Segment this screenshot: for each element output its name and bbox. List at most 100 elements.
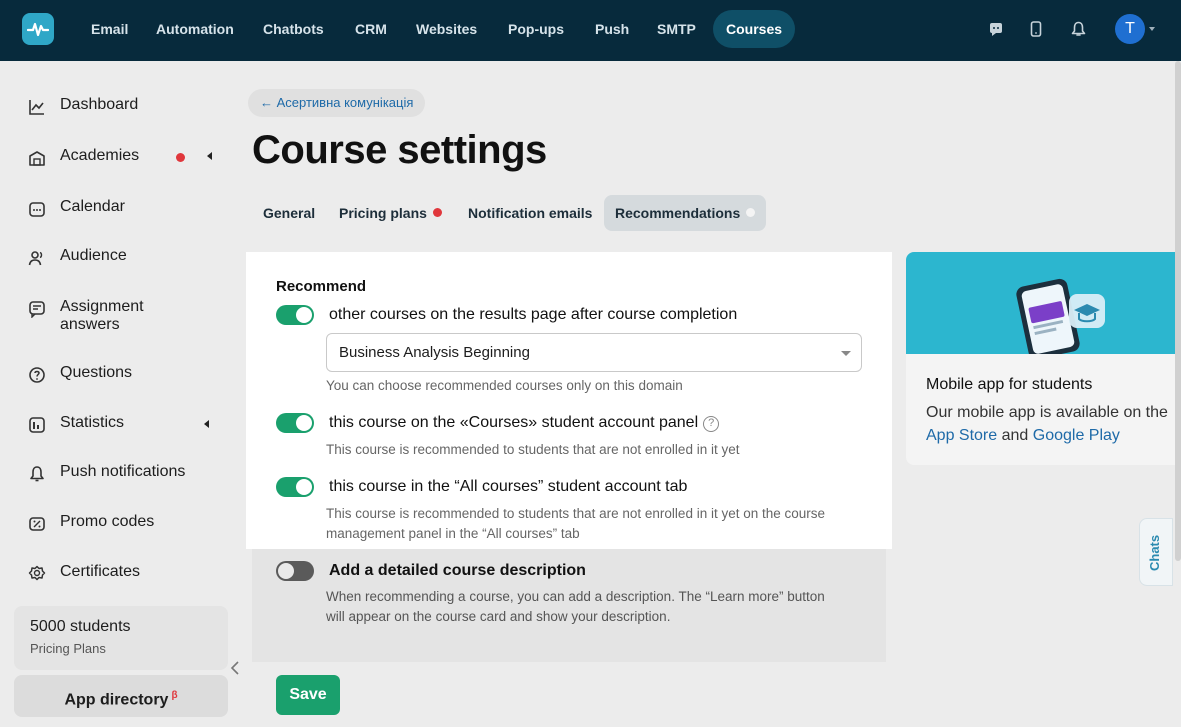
select-hint: You can choose recommended courses only … <box>326 378 683 393</box>
bell-icon[interactable] <box>1068 19 1088 39</box>
plan-subtitle: Pricing Plans <box>30 641 106 656</box>
nav-chatbots[interactable]: Chatbots <box>250 10 337 48</box>
option-label: other courses on the results page after … <box>329 306 738 323</box>
chat-icon[interactable] <box>986 19 1006 39</box>
chats-label: Chats <box>1147 534 1162 571</box>
chart-icon <box>29 100 44 115</box>
promo-text: Our mobile app is available on the App S… <box>926 401 1181 447</box>
tab-label: Notification emails <box>468 205 593 221</box>
sidebar-item-label: Questions <box>60 364 133 381</box>
phone-illustration-icon <box>1016 278 1105 360</box>
sidebar: Dashboard Academies Calendar Audience As… <box>0 61 248 727</box>
avatar[interactable]: T <box>1115 14 1145 44</box>
nav-email[interactable]: Email <box>78 10 141 48</box>
app-directory-label: App directory <box>64 691 169 709</box>
chevron-down-icon <box>841 351 851 356</box>
status-dot <box>746 208 756 217</box>
sidebar-item-label: Audience <box>60 247 127 264</box>
nav-smtp[interactable]: SMTP <box>644 10 709 48</box>
chevron-left-icon[interactable] <box>204 420 209 428</box>
chevron-left-icon[interactable] <box>207 152 212 160</box>
nav-courses[interactable]: Courses <box>713 10 796 48</box>
chevron-down-icon[interactable] <box>1149 27 1155 31</box>
recommend-heading: Recommend <box>276 278 367 295</box>
toggle-knob <box>296 415 312 431</box>
google-play-link[interactable]: Google Play <box>1033 427 1120 444</box>
sidebar-item-label: Calendar <box>60 198 125 215</box>
scrollbar[interactable] <box>1175 61 1181 561</box>
select-value: Business Analysis Beginning <box>339 344 530 361</box>
chats-tab[interactable]: Chats <box>1139 518 1173 586</box>
mobile-icon[interactable] <box>1026 19 1046 39</box>
toggle-knob <box>296 479 312 495</box>
option-label: this course on the «Courses» student acc… <box>329 414 699 431</box>
top-navigation-bar: Email Automation Chatbots CRM Websites P… <box>0 0 1181 61</box>
tab-recommendations[interactable]: Recommendations <box>604 195 767 231</box>
tab-pricing-plans[interactable]: Pricing plans <box>328 195 453 231</box>
help-icon[interactable]: ? <box>703 416 720 432</box>
sidebar-item-certificates[interactable]: Certificates <box>28 563 228 583</box>
nav-push[interactable]: Push <box>582 10 642 48</box>
collapse-sidebar-icon[interactable] <box>230 661 240 675</box>
app-directory-button[interactable]: App directory β <box>14 675 228 717</box>
logo-icon[interactable] <box>22 13 54 45</box>
sidebar-item-statistics[interactable]: Statistics <box>28 414 228 434</box>
sidebar-item-label: Promo codes <box>60 513 155 530</box>
statistics-icon <box>29 417 45 433</box>
sidebar-item-label: Statistics <box>60 414 125 431</box>
course-select[interactable]: Business Analysis Beginning <box>326 333 862 372</box>
mobile-app-promo-card: Mobile app for students Our mobile app i… <box>906 252 1181 465</box>
users-icon <box>28 251 43 266</box>
bell-icon <box>30 466 44 482</box>
app-store-link[interactable]: App Store <box>926 427 997 444</box>
promo-body: Our mobile app is available on the <box>926 404 1168 421</box>
toggle-detailed-description[interactable] <box>276 561 314 581</box>
option-hint: This course is recommended to students t… <box>326 442 740 457</box>
option-label-row: this course on the «Courses» student acc… <box>329 414 720 432</box>
sidebar-item-label: Push notifications <box>60 463 186 480</box>
tab-label: General <box>263 205 316 221</box>
promo-title: Mobile app for students <box>926 376 1093 393</box>
tab-label: Pricing plans <box>339 205 427 221</box>
sidebar-item-push-notifications[interactable]: Push notifications <box>28 463 228 483</box>
tab-notification-emails[interactable]: Notification emails <box>457 195 603 231</box>
sidebar-item-academies[interactable]: Academies <box>28 147 228 167</box>
question-icon <box>29 367 45 383</box>
sidebar-item-dashboard[interactable]: Dashboard <box>28 96 228 116</box>
sidebar-item-assignment-answers[interactable]: Assignment answers <box>28 298 228 334</box>
toggle-recommend-all-courses-tab[interactable] <box>276 477 314 497</box>
assignment-icon <box>29 301 45 318</box>
option-label: Add a detailed course description <box>329 562 586 579</box>
sidebar-item-calendar[interactable]: Calendar <box>28 198 228 218</box>
nav-crm[interactable]: CRM <box>342 10 400 48</box>
academy-icon <box>29 151 45 166</box>
tab-label: Recommendations <box>615 205 741 221</box>
toggle-recommend-courses-panel[interactable] <box>276 413 314 433</box>
back-link[interactable]: ← Асертивна комунікація <box>248 89 426 117</box>
option-label: this course in the “All courses” student… <box>329 478 688 495</box>
toggle-knob <box>296 307 312 323</box>
sidebar-item-label: Dashboard <box>60 96 139 113</box>
alert-dot <box>432 208 442 217</box>
nav-websites[interactable]: Websites <box>403 10 490 48</box>
page-title: Course settings <box>252 128 547 172</box>
promo-banner-image <box>906 252 1181 360</box>
calendar-icon <box>29 202 45 217</box>
sidebar-item-label: Certificates <box>60 563 141 580</box>
notification-dot <box>176 153 185 162</box>
pricing-plan-card[interactable]: 5000 students Pricing Plans <box>14 606 228 670</box>
promo-icon <box>29 517 45 531</box>
toggle-recommend-other-courses[interactable] <box>276 305 314 325</box>
plan-title: 5000 students <box>30 618 131 635</box>
sidebar-item-promo-codes[interactable]: Promo codes <box>28 513 228 533</box>
save-button[interactable]: Save <box>276 675 340 715</box>
sidebar-item-label: Assignment answers <box>60 298 144 333</box>
option-hint: This course is recommended to students t… <box>326 506 826 541</box>
sidebar-item-audience[interactable]: Audience <box>28 247 228 267</box>
nav-popups[interactable]: Pop-ups <box>495 10 577 48</box>
tab-general[interactable]: General <box>252 195 326 231</box>
nav-automation[interactable]: Automation <box>143 10 247 48</box>
beta-badge: β <box>171 690 178 701</box>
sidebar-item-questions[interactable]: Questions <box>28 364 228 384</box>
toggle-knob <box>278 563 294 579</box>
